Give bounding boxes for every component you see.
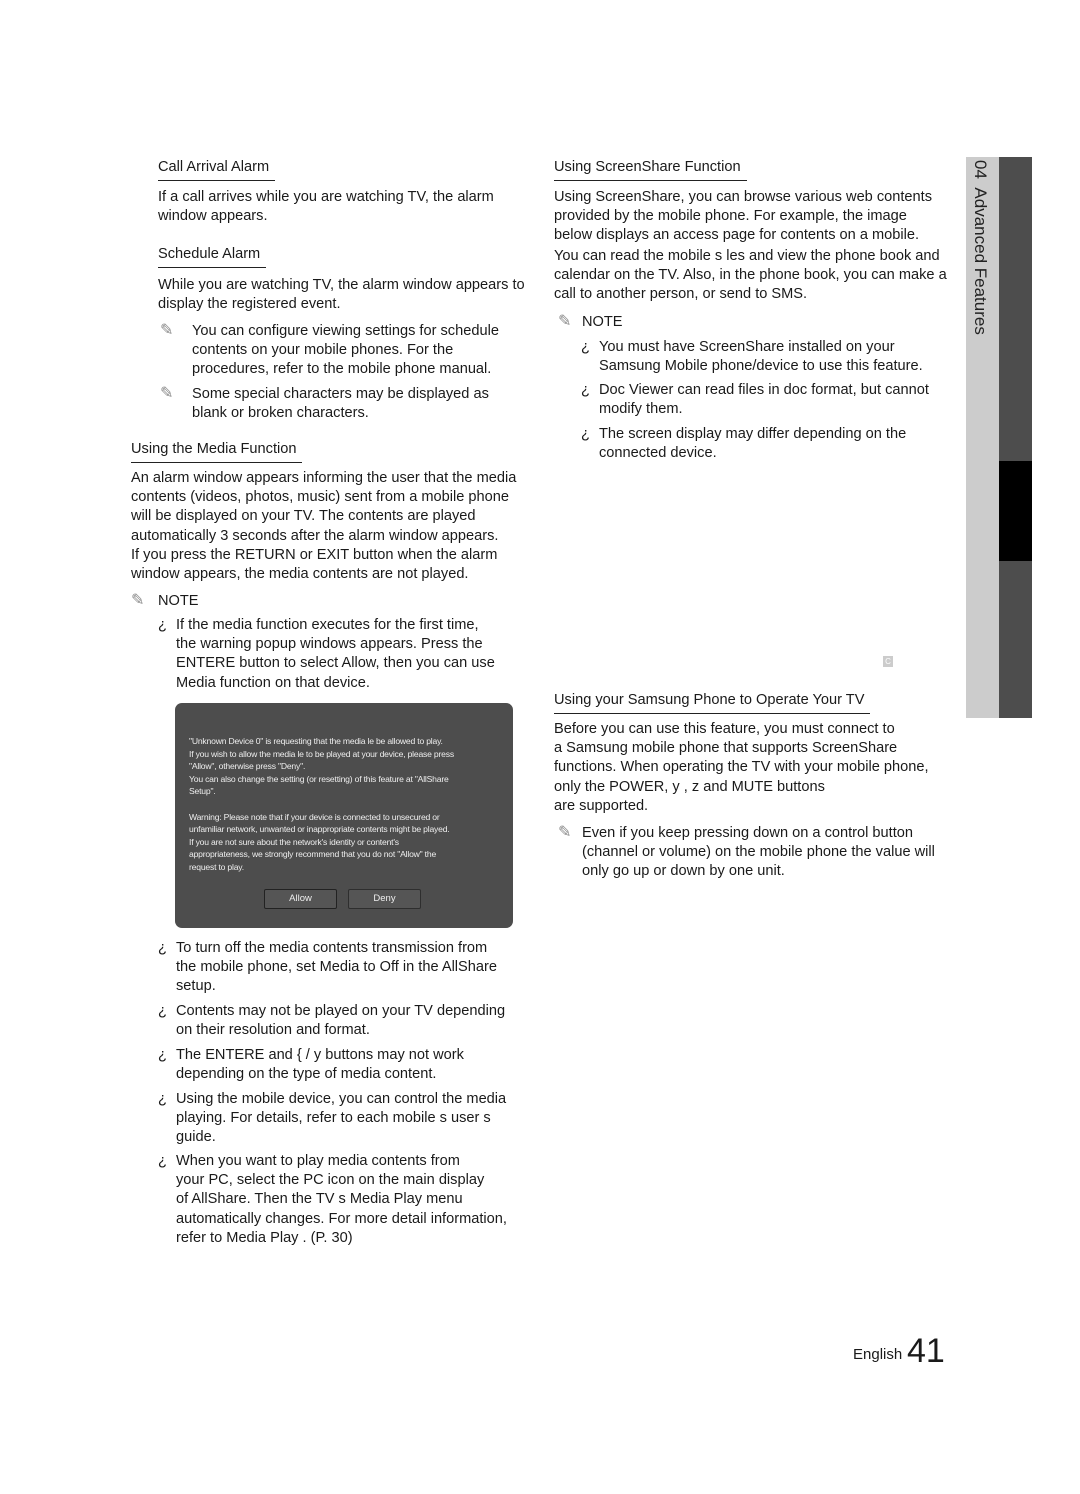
heading-operate-tv: Using your Samsung Phone to Operate Your…	[554, 691, 871, 714]
bullet-icon: ¿	[158, 1047, 167, 1063]
footer-language: English	[853, 1346, 903, 1363]
schedule-note: You can configure viewing settings for s…	[192, 323, 499, 378]
media-bullet: Using the mobile device, you can control…	[176, 1091, 507, 1146]
note-label: NOTE	[158, 593, 199, 609]
bullet-icon: ¿	[158, 1153, 167, 1169]
bullet-icon: ¿	[158, 617, 167, 633]
screenshare-bullet: Doc Viewer can read files in doc format,…	[599, 382, 929, 418]
page-number: 41	[907, 1332, 945, 1370]
popup-message: "Unknown Device 0" is requesting that th…	[189, 736, 454, 872]
bullet-icon: ¿	[158, 1091, 167, 1107]
chapter-title: 04 Advanced Features	[971, 160, 990, 335]
media-body: An alarm window appears informing the us…	[131, 470, 517, 583]
bullet-icon: ¿	[158, 1003, 167, 1019]
media-bullet: To turn off the media contents transmiss…	[176, 940, 497, 995]
media-bullet: If the media function executes for the f…	[176, 617, 495, 691]
chapter-tab-bar	[999, 157, 1032, 718]
heading-call-arrival-alarm: Call Arrival Alarm	[158, 158, 276, 181]
media-bullet: Contents may not be played on your TV de…	[176, 1003, 506, 1039]
screenshare-bullet: The screen display may differ depending …	[599, 426, 907, 462]
chapter-tab-current-marker	[999, 461, 1032, 561]
bullet-icon: ¿	[581, 426, 590, 442]
deny-button[interactable]: Deny	[348, 889, 421, 909]
note-label: NOTE	[582, 314, 623, 330]
image-placeholder-badge: C	[883, 656, 893, 667]
pencil-note-icon: ✎	[558, 824, 572, 841]
media-permission-popup: "Unknown Device 0" is requesting that th…	[175, 703, 513, 928]
pencil-note-icon: ✎	[558, 313, 572, 330]
media-bullet: When you want to play media contents fro…	[176, 1153, 507, 1246]
call-arrival-body: If a call arrives while you are watching…	[158, 189, 494, 225]
schedule-note: Some special characters may be displayed…	[192, 386, 489, 422]
operate-note: Even if you keep pressing down on a cont…	[582, 825, 935, 880]
schedule-body: While you are watching TV, the alarm win…	[158, 277, 525, 313]
media-bullet: The ENTERE and { / y buttons may not wor…	[176, 1047, 464, 1083]
screenshare-bullet: You must have ScreenShare installed on y…	[599, 339, 923, 375]
operate-body: Before you can use this feature, you mus…	[554, 721, 929, 814]
bullet-icon: ¿	[581, 382, 590, 398]
bullet-icon: ¿	[158, 940, 167, 956]
heading-schedule-alarm: Schedule Alarm	[158, 245, 267, 268]
allow-button[interactable]: Allow	[264, 889, 337, 909]
bullet-icon: ¿	[581, 339, 590, 355]
heading-screenshare: Using ScreenShare Function	[554, 158, 747, 181]
pencil-note-icon: ✎	[160, 385, 174, 402]
pencil-note-icon: ✎	[131, 592, 145, 609]
heading-media-function: Using the Media Function	[131, 440, 303, 463]
pencil-note-icon: ✎	[160, 322, 174, 339]
screenshare-body: Using ScreenShare, you can browse variou…	[554, 189, 933, 244]
screenshare-body: You can read the mobile s les and view t…	[554, 248, 947, 303]
